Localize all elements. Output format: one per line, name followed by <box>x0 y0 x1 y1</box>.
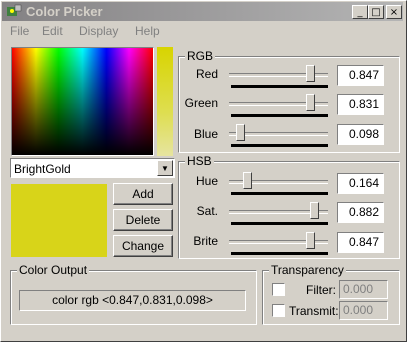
saturation-value-field[interactable]: 0.882 <box>337 202 384 223</box>
window-title: Color Picker <box>26 4 103 19</box>
hue-label: Hue <box>195 174 218 188</box>
change-button[interactable]: Change <box>113 235 173 257</box>
red-slider-track <box>231 85 328 88</box>
spectrum-dark-gradient <box>12 48 153 155</box>
color-spectrum[interactable] <box>11 47 154 156</box>
menu-edit[interactable]: Edit <box>42 24 63 38</box>
add-button[interactable]: Add <box>113 183 173 205</box>
green-slider-track <box>231 114 328 117</box>
delete-button[interactable]: Delete <box>113 209 173 231</box>
saturation-slider-thumb[interactable] <box>310 202 319 219</box>
filter-checkbox[interactable] <box>272 283 285 296</box>
brightness-label: Brite <box>193 234 218 248</box>
color-output-text[interactable]: color rgb <0.847,0.831,0.098> <box>19 290 246 311</box>
red-slider-thumb[interactable] <box>306 65 315 82</box>
app-icon <box>7 4 22 16</box>
title-bar[interactable]: Color Picker _ □ × <box>2 2 403 21</box>
menu-file[interactable]: File <box>10 24 29 38</box>
rgb-group-label: RGB <box>185 49 216 63</box>
maximize-button[interactable]: □ <box>368 5 384 19</box>
red-value-field[interactable]: 0.847 <box>337 65 384 86</box>
blue-slider-track <box>231 144 328 147</box>
green-slider-thumb[interactable] <box>306 94 315 111</box>
color-swatch <box>11 184 107 257</box>
transparency-label: Transparency <box>269 263 346 277</box>
blue-label: Blue <box>193 127 218 141</box>
red-label: Red <box>195 67 218 81</box>
menu-help[interactable]: Help <box>135 24 160 38</box>
hsb-group-label: HSB <box>185 154 214 168</box>
color-output-label: Color Output <box>17 263 90 277</box>
hue-slider-thumb[interactable] <box>243 172 252 189</box>
transmit-checkbox[interactable] <box>272 304 285 317</box>
close-button[interactable]: × <box>386 5 402 19</box>
blue-slider-thumb[interactable] <box>236 124 245 141</box>
saturation-slider-track <box>231 222 328 225</box>
brightness-slider-track <box>231 252 328 255</box>
menu-display[interactable]: Display <box>79 24 118 38</box>
hue-value-field[interactable]: 0.164 <box>337 173 384 194</box>
menu-bar: File Edit Display Help <box>2 22 403 40</box>
green-value-field[interactable]: 0.831 <box>337 94 384 115</box>
hue-slider-track <box>231 192 328 195</box>
color-name-value: BrightGold <box>14 162 71 176</box>
minimize-button[interactable]: _ <box>352 5 368 19</box>
transmit-value-field: 0.000 <box>339 301 388 320</box>
blue-value-field[interactable]: 0.098 <box>337 124 384 145</box>
green-label: Green <box>184 96 218 110</box>
transmit-label: Transmit: <box>289 304 339 318</box>
color-name-dropdown[interactable]: BrightGold ▼ <box>10 158 175 178</box>
filter-value-field: 0.000 <box>339 280 388 299</box>
brightness-slider-thumb[interactable] <box>306 232 315 249</box>
brightness-value-field[interactable]: 0.847 <box>337 232 384 253</box>
saturation-label: Sat. <box>196 204 218 218</box>
filter-label: Filter: <box>306 283 336 297</box>
